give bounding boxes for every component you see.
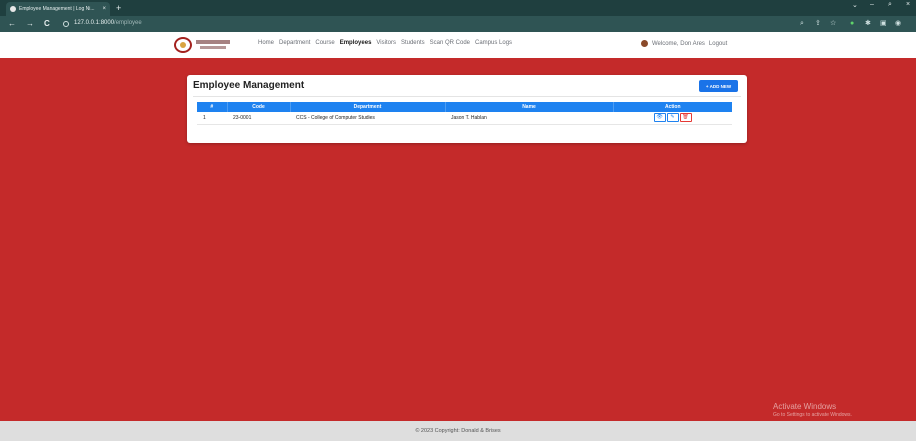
edit-button[interactable]: ✎ xyxy=(666,113,679,123)
forward-icon[interactable]: → xyxy=(26,19,34,29)
cell-number: 1 xyxy=(197,112,227,125)
employee-table: # Code Department Name Action 1 23-0001 … xyxy=(197,102,732,125)
col-action: Action xyxy=(613,102,732,112)
profile-icon[interactable]: ◉ xyxy=(895,20,901,28)
browser-toolbar: ← → C 127.0.0.1:8000/employee ⌕ ⇪ ☆ ● ✱ … xyxy=(0,16,916,32)
restore-icon[interactable]: – xyxy=(870,1,874,8)
nav-home[interactable]: Home xyxy=(258,40,274,46)
logo-wordmark-sub xyxy=(200,46,226,49)
close-tab-icon[interactable]: × xyxy=(102,6,106,12)
logo-emblem xyxy=(180,42,186,48)
nav-employees[interactable]: Employees xyxy=(340,40,372,46)
cell-actions: 👁 ✎ 🗑 xyxy=(613,112,732,125)
avatar xyxy=(641,40,648,47)
col-code: Code xyxy=(227,102,291,112)
url-host: 127.0.0.1:8000 xyxy=(74,20,115,26)
share-icon[interactable]: ⇪ xyxy=(815,20,821,28)
browser-tab-bar: Employee Management | Log Ni... × + ⌄ – … xyxy=(0,0,916,16)
divider xyxy=(193,96,741,97)
favicon-icon xyxy=(10,6,16,12)
zoom-icon[interactable]: ⌕ xyxy=(800,20,804,28)
copyright-text: © 2023 Copyright: Donald & Brises xyxy=(415,428,501,434)
sidebar-icon[interactable]: ▣ xyxy=(880,20,887,28)
eye-icon: 👁 xyxy=(656,114,663,121)
page-title: Employee Management xyxy=(193,80,305,91)
extension-icon[interactable]: ● xyxy=(850,20,854,28)
watermark-title: Activate Windows xyxy=(773,402,837,411)
tab-title: Employee Management | Log Ni... xyxy=(19,6,95,12)
nav-scan-qr[interactable]: Scan QR Code xyxy=(430,40,470,46)
table-header-row: # Code Department Name Action xyxy=(197,102,732,112)
browser-tab[interactable]: Employee Management | Log Ni... × xyxy=(6,2,110,16)
reload-icon[interactable]: C xyxy=(44,19,50,29)
cell-code: 23-0001 xyxy=(227,112,290,125)
nav-department[interactable]: Department xyxy=(279,40,310,46)
footer: © 2023 Copyright: Donald & Brises xyxy=(0,421,916,441)
school-logo[interactable] xyxy=(174,37,192,53)
nav-visitors[interactable]: Visitors xyxy=(376,40,396,46)
employee-card: Employee Management + ADD NEW # Code Dep… xyxy=(187,75,747,143)
url-path: /employee xyxy=(114,20,142,26)
puzzle-icon[interactable]: ✱ xyxy=(865,20,871,28)
back-icon[interactable]: ← xyxy=(8,19,16,29)
nav-students[interactable]: Students xyxy=(401,40,425,46)
view-button[interactable]: 👁 xyxy=(653,113,666,123)
nav-links: Home Department Course Employees Visitor… xyxy=(258,40,512,46)
logout-link[interactable]: Logout xyxy=(709,41,727,47)
close-window-icon[interactable]: × xyxy=(906,1,910,8)
col-number: # xyxy=(197,102,228,112)
col-department: Department xyxy=(290,102,446,112)
cell-name: Jason T. Hablan xyxy=(445,112,613,125)
edit-icon: ✎ xyxy=(670,114,675,121)
new-tab-icon[interactable]: + xyxy=(116,2,121,14)
cell-department: CCS - College of Computer Studies xyxy=(290,112,445,125)
bookmark-star-icon[interactable]: ☆ xyxy=(830,20,836,28)
search-icon[interactable]: ⌕ xyxy=(888,1,892,9)
welcome-text: Welcome, Don Ares xyxy=(652,40,705,47)
address-bar[interactable]: 127.0.0.1:8000/employee xyxy=(74,20,142,26)
activate-windows-watermark: Activate Windows Go to Settings to activ… xyxy=(773,402,852,418)
site-info-icon[interactable] xyxy=(63,21,69,27)
watermark-subtitle: Go to Settings to activate Windows. xyxy=(773,412,852,418)
nav-campus-logs[interactable]: Campus Logs xyxy=(475,40,512,46)
table-row: 1 23-0001 CCS - College of Computer Stud… xyxy=(197,112,732,125)
logo-wordmark xyxy=(196,40,230,44)
col-name: Name xyxy=(445,102,614,112)
user-area: Welcome, Don Ares Logout xyxy=(641,40,727,47)
minimize-icon[interactable]: ⌄ xyxy=(852,1,858,9)
trash-icon: 🗑 xyxy=(682,114,689,121)
add-new-button[interactable]: + ADD NEW xyxy=(699,80,738,92)
delete-button[interactable]: 🗑 xyxy=(679,113,692,123)
nav-course[interactable]: Course xyxy=(315,40,334,46)
